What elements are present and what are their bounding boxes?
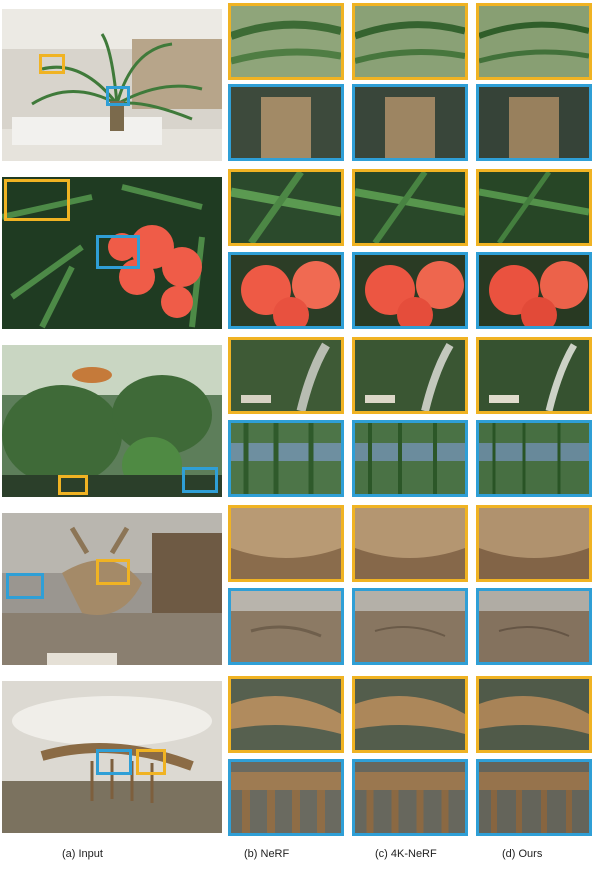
ours-crop-scene-2-yellow bbox=[476, 169, 592, 246]
ours-crop-scene-3-yellow bbox=[476, 337, 592, 414]
ours-crop-scene-2-blue bbox=[476, 252, 592, 329]
nerf-crop-scene-3-yellow bbox=[228, 337, 344, 414]
blue-region-marker bbox=[182, 467, 218, 493]
input-image-scene-5 bbox=[2, 681, 222, 833]
yellow-region-marker bbox=[96, 559, 130, 585]
blue-region-marker bbox=[96, 235, 140, 269]
nerf-crop-scene-1-yellow bbox=[228, 3, 344, 80]
nerf-crop-scene-2-blue bbox=[228, 252, 344, 329]
ours-crop-scene-1-yellow bbox=[476, 3, 592, 80]
blue-region-marker bbox=[96, 749, 132, 775]
4k-nerf-crop-scene-4-blue bbox=[352, 588, 468, 665]
4k-nerf-crop-scene-2-yellow bbox=[352, 169, 468, 246]
blue-region-marker bbox=[106, 86, 130, 106]
4k-nerf-crop-scene-1-blue bbox=[352, 84, 468, 161]
caption-ours: (d) Ours bbox=[502, 848, 543, 860]
blue-region-marker bbox=[6, 573, 44, 599]
nerf-crop-scene-5-blue bbox=[228, 759, 344, 836]
4k-nerf-crop-scene-3-yellow bbox=[352, 337, 468, 414]
nerf-crop-scene-1-blue bbox=[228, 84, 344, 161]
yellow-region-marker bbox=[39, 54, 65, 74]
nerf-crop-scene-2-yellow bbox=[228, 169, 344, 246]
nerf-crop-scene-3-blue bbox=[228, 420, 344, 497]
4k-nerf-crop-scene-1-yellow bbox=[352, 3, 468, 80]
ours-crop-scene-4-blue bbox=[476, 588, 592, 665]
input-image-scene-3 bbox=[2, 345, 222, 497]
input-image-scene-4 bbox=[2, 513, 222, 665]
nerf-crop-scene-5-yellow bbox=[228, 676, 344, 753]
ours-crop-scene-5-yellow bbox=[476, 676, 592, 753]
nerf-crop-scene-4-yellow bbox=[228, 505, 344, 582]
ours-crop-scene-4-yellow bbox=[476, 505, 592, 582]
4k-nerf-crop-scene-5-yellow bbox=[352, 676, 468, 753]
ours-crop-scene-3-blue bbox=[476, 420, 592, 497]
yellow-region-marker bbox=[58, 475, 88, 495]
4k-nerf-crop-scene-2-blue bbox=[352, 252, 468, 329]
yellow-region-marker bbox=[4, 179, 70, 221]
ours-crop-scene-1-blue bbox=[476, 84, 592, 161]
yellow-region-marker bbox=[136, 749, 166, 775]
4k-nerf-crop-scene-3-blue bbox=[352, 420, 468, 497]
nerf-crop-scene-4-blue bbox=[228, 588, 344, 665]
input-image-scene-1 bbox=[2, 9, 222, 161]
ours-crop-scene-5-blue bbox=[476, 759, 592, 836]
4k-nerf-crop-scene-4-yellow bbox=[352, 505, 468, 582]
caption-4k-nerf: (c) 4K-NeRF bbox=[375, 848, 437, 860]
caption-nerf: (b) NeRF bbox=[244, 848, 290, 860]
input-image-scene-2 bbox=[2, 177, 222, 329]
4k-nerf-crop-scene-5-blue bbox=[352, 759, 468, 836]
caption-input: (a) Input bbox=[62, 848, 103, 860]
